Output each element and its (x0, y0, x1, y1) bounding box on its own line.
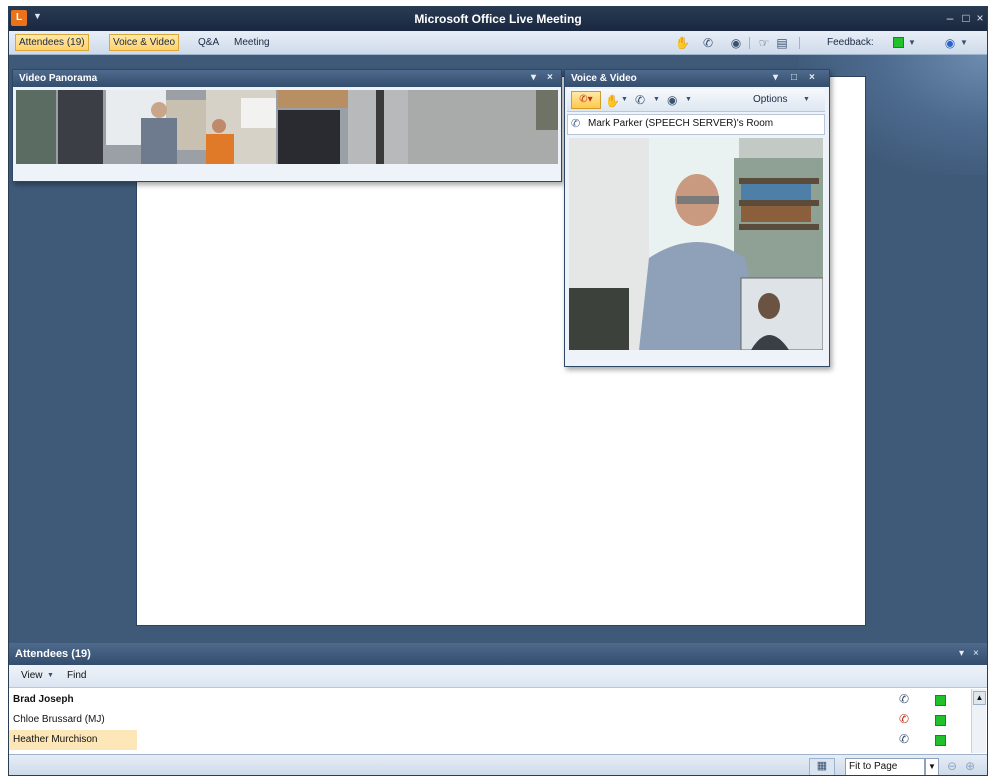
attendee-row[interactable]: Heather Murchison ✆ (9, 730, 969, 750)
attendee-row[interactable]: Chloe Brussard (MJ) ✆ (9, 710, 969, 730)
panorama-video (16, 90, 558, 164)
feedback-dropdown-icon[interactable]: ▼ (905, 38, 919, 47)
help-dropdown-icon[interactable]: ▼ (957, 38, 971, 47)
panel-title: Voice & Video (571, 73, 637, 84)
hand-raise-icon[interactable]: ✋ (605, 94, 620, 108)
speaker-video (569, 138, 823, 350)
panel-menu-icon[interactable]: ▾ (959, 648, 964, 659)
voice-video-toolbar: ✆▾ ✋ ▼ ✆ ▼ ◉ ▼ Options ▼ (567, 89, 825, 112)
presence-icon (935, 735, 946, 746)
attendees-list: Brad Joseph ✆ Chloe Brussard (MJ) ✆ Heat… (9, 688, 987, 754)
webcam-icon[interactable]: ◉ (729, 36, 743, 50)
panel-header: Voice & Video ▾ □ × (565, 70, 829, 87)
page-view-icon[interactable]: ▦ (809, 758, 835, 775)
status-bar: ▦ Fit to Page ▼ ⊖ ⊕ (9, 754, 987, 775)
attendee-name: Brad Joseph (13, 694, 74, 705)
attendee-name: Heather Murchison (9, 730, 137, 750)
phone-icon: ✆ (899, 732, 910, 746)
room-name: Mark Parker (SPEECH SERVER)'s Room (588, 118, 774, 129)
panel-title: Video Panorama (19, 73, 98, 84)
attendee-name: Chloe Brussard (MJ) (13, 714, 105, 725)
dropdown-icon[interactable]: ▼ (653, 96, 660, 103)
options-dropdown-icon[interactable]: ▼ (803, 96, 810, 103)
phone-icon: ✆ (899, 692, 910, 706)
menu-attendees[interactable]: Attendees (19) (15, 34, 89, 51)
view-menu[interactable]: View (21, 670, 43, 681)
view-dropdown-icon[interactable]: ▼ (47, 672, 54, 679)
close-icon[interactable]: × (973, 11, 987, 25)
presence-icon (935, 715, 946, 726)
attendee-row[interactable]: Brad Joseph ✆ (9, 690, 969, 710)
panel-menu-icon[interactable]: ▾ (773, 72, 778, 83)
panel-close-icon[interactable]: × (809, 72, 815, 83)
panorama-video-frame (16, 90, 558, 164)
room-indicator: ✆ Mark Parker (SPEECH SERVER)'s Room (567, 114, 825, 135)
panel-close-icon[interactable]: × (973, 648, 979, 659)
feedback-status-icon[interactable] (893, 37, 904, 48)
webcam-icon[interactable]: ◉ (667, 93, 677, 107)
attendees-header: Attendees (19) ▾ × (9, 643, 987, 665)
zoom-value: Fit to Page (849, 761, 898, 772)
maximize-icon[interactable]: □ (959, 11, 973, 25)
presence-icon (935, 695, 946, 706)
share-icon[interactable]: ☞ (757, 36, 771, 50)
dropdown-icon[interactable]: ▼ (685, 96, 692, 103)
menu-bar: Attendees (19) Voice & Video Q&A Meeting… (9, 31, 987, 55)
toolbar-separator (749, 37, 750, 49)
toolbar-separator (799, 37, 800, 49)
title-bar: L ▼ Microsoft Office Live Meeting – □ × (9, 7, 987, 31)
attendees-title: Attendees (19) (15, 648, 91, 660)
zoom-select[interactable]: Fit to Page (845, 758, 925, 775)
notes-icon[interactable]: ▤ (775, 36, 789, 50)
video-panorama-panel: Video Panorama ▾ × (12, 69, 562, 182)
menu-qa[interactable]: Q&A (195, 35, 222, 50)
hand-raise-icon[interactable]: ✋ (675, 36, 690, 50)
speaker-video-frame (569, 138, 823, 350)
attendees-scrollbar[interactable]: ▲ (971, 689, 986, 753)
attendees-toolbar: View ▼ Find (9, 665, 987, 688)
feedback-label: Feedback: (827, 37, 874, 48)
phone-status-icon: ✆ (571, 118, 581, 130)
phone-icon[interactable]: ✆ (635, 93, 645, 107)
menu-voice-video[interactable]: Voice & Video (109, 34, 180, 51)
panel-restore-icon[interactable]: □ (791, 72, 797, 83)
dropdown-icon[interactable]: ▼ (621, 96, 628, 103)
options-menu[interactable]: Options (753, 94, 787, 105)
find-button[interactable]: Find (67, 670, 86, 681)
voice-video-panel: Voice & Video ▾ □ × ✆▾ ✋ ▼ ✆ ▼ ◉ ▼ Optio… (564, 69, 830, 367)
window-title: Microsoft Office Live Meeting (414, 12, 582, 26)
panel-menu-icon[interactable]: ▾ (531, 72, 536, 83)
scroll-up-icon[interactable]: ▲ (973, 691, 986, 705)
zoom-in-icon[interactable]: ⊕ (965, 759, 975, 773)
panel-header: Video Panorama ▾ × (13, 70, 561, 87)
live-meeting-window: L ▼ Microsoft Office Live Meeting – □ × … (8, 6, 988, 776)
menu-meeting[interactable]: Meeting (231, 35, 273, 50)
zoom-out-icon[interactable]: ⊖ (947, 759, 957, 773)
phone-muted-icon: ✆ (899, 712, 910, 726)
phone-icon[interactable]: ✆ (701, 36, 715, 50)
zoom-dropdown-icon[interactable]: ▼ (925, 758, 939, 775)
panel-close-icon[interactable]: × (547, 72, 553, 83)
minimize-icon[interactable]: – (943, 11, 957, 25)
end-call-icon[interactable]: ✆▾ (571, 91, 601, 109)
help-icon[interactable]: ◉ (943, 36, 957, 50)
